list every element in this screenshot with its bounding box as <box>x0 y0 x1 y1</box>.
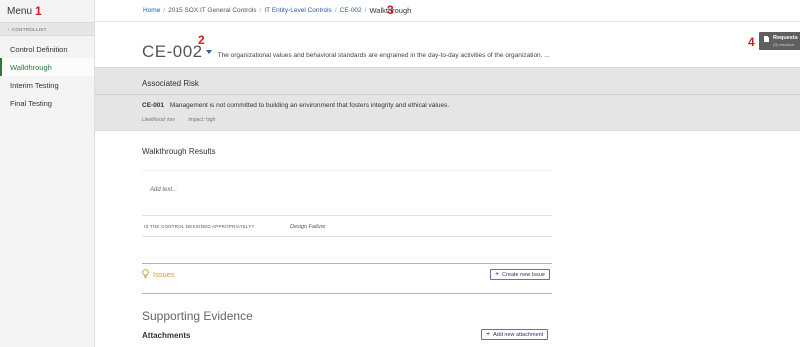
breadcrumb-home[interactable]: Home <box>143 7 160 14</box>
walkthrough-text-area[interactable]: Add text... <box>142 170 552 216</box>
app-root: Menu 1 ‹ CONTROLLIST Control Definition … <box>0 0 800 347</box>
issues-divider-bottom <box>142 293 552 294</box>
sidebar-item-label: Walkthrough <box>10 62 52 72</box>
sidebar-item-final-testing[interactable]: Final Testing <box>0 94 94 112</box>
caret-down-icon[interactable] <box>205 50 212 54</box>
divider <box>95 94 800 95</box>
breadcrumb-separator: / <box>163 7 166 14</box>
create-issue-button[interactable]: + Create new Issue <box>490 269 550 280</box>
annotation-marker-2: 2 <box>198 33 205 47</box>
add-attachment-label: Add new attachment <box>493 331 544 338</box>
sidebar-item-control-definition[interactable]: Control Definition <box>0 40 94 58</box>
walkthrough-placeholder: Add text... <box>150 187 178 193</box>
breadcrumb-control[interactable]: CE-002 <box>340 7 362 14</box>
annotation-marker-4: 4 <box>748 35 755 49</box>
controllist-label: CONTROLLIST <box>11 26 47 32</box>
breadcrumb-control-group[interactable]: IT Entity-Level Controls <box>264 7 331 14</box>
add-attachment-button[interactable]: + Add new attachment <box>481 329 549 340</box>
walkthrough-results-title: Walkthrough Results <box>142 147 216 156</box>
sidebar-item-interim-testing[interactable]: Interim Testing <box>0 76 94 94</box>
supporting-evidence-title: Supporting Evidence <box>142 309 253 323</box>
attachments-title: Attachments <box>142 331 191 340</box>
issues-label: Issues <box>153 270 175 279</box>
annotation-marker-3: 3 <box>387 3 394 17</box>
risk-text: Management is not committed to building … <box>169 102 450 109</box>
breadcrumb-separator: / <box>364 7 367 14</box>
associated-risk-header: Associated Risk <box>142 79 199 88</box>
control-title-row: CE-002 The organizational values and beh… <box>142 33 550 62</box>
control-description: The organizational values and behavioral… <box>217 52 550 59</box>
sidebar: Menu 1 ‹ CONTROLLIST Control Definition … <box>0 0 95 347</box>
sidebar-item-label: Control Definition <box>10 44 68 54</box>
sidebar-nav: Control Definition Walkthrough Interim T… <box>0 40 94 112</box>
plus-icon: + <box>495 271 500 278</box>
breadcrumb-project: 2015 SOX IT General Controls <box>168 7 257 14</box>
associated-risk-panel: Associated Risk CE-001 Management is not… <box>95 67 800 131</box>
risk-impact: Impact: high <box>188 117 216 123</box>
design-question: IS THE CONTROL DESIGNED APPROPRIATELY? <box>144 224 255 229</box>
issues-divider-top <box>142 263 552 264</box>
plus-icon: + <box>486 331 491 338</box>
controllist-back-link[interactable]: ‹ CONTROLLIST <box>0 22 94 36</box>
sidebar-item-walkthrough[interactable]: Walkthrough <box>0 58 94 76</box>
menu-label: Menu <box>7 5 33 17</box>
risk-id: CE-001 <box>142 102 165 109</box>
requests-label-text: Requests <box>773 35 798 41</box>
main-content: Home / 2015 SOX IT General Controls / IT… <box>95 0 800 347</box>
risk-meta: Likelihood: low Impact: high <box>142 117 227 123</box>
risk-likelihood: Likelihood: low <box>142 117 175 123</box>
requests-label: Requests (0) resolved <box>773 35 798 48</box>
design-question-row: IS THE CONTROL DESIGNED APPROPRIATELY? D… <box>142 217 552 237</box>
risk-item: CE-001 Management is not committed to bu… <box>142 102 449 109</box>
sidebar-item-label: Final Testing <box>10 98 52 108</box>
menu-header[interactable]: Menu 1 <box>0 0 94 22</box>
sidebar-item-label: Interim Testing <box>10 80 59 90</box>
create-issue-label: Create new Issue <box>502 271 545 278</box>
breadcrumb: Home / 2015 SOX IT General Controls / IT… <box>95 0 800 22</box>
requests-button[interactable]: Requests (0) resolved <box>759 32 800 50</box>
requests-status: (0) resolved <box>773 42 795 47</box>
breadcrumb-separator: / <box>334 7 337 14</box>
design-answer[interactable]: Design Failure <box>290 224 325 230</box>
chevron-left-icon: ‹ <box>8 26 10 32</box>
annotation-marker-1: 1 <box>35 4 42 18</box>
breadcrumb-separator: / <box>259 7 262 14</box>
lightbulb-icon <box>142 269 149 278</box>
control-id: CE-002 <box>142 42 203 61</box>
document-icon <box>764 36 769 42</box>
